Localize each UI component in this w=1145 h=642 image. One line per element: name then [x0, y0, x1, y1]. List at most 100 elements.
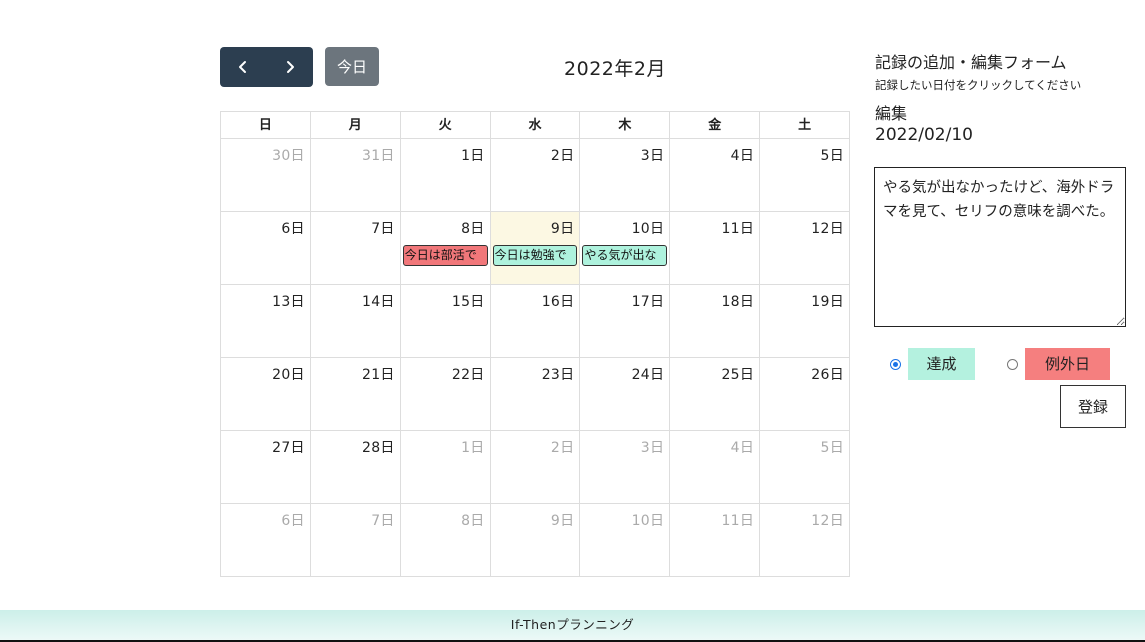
event-entry[interactable]: 今日は勉強で — [492, 245, 578, 266]
day-number: 11日 — [721, 513, 755, 529]
calendar-week: 6日 7日 8日 9日 10日 11日 12日 — [221, 504, 851, 577]
day-cell[interactable]: 10日 — [580, 504, 671, 577]
day-cell[interactable]: 5日 — [760, 139, 851, 212]
submit-button[interactable]: 登録 — [1060, 385, 1126, 428]
day-cell[interactable]: 15日 — [400, 285, 491, 358]
day-number: 23日 — [541, 367, 575, 383]
day-cell[interactable]: 11日 — [670, 212, 761, 285]
day-cell[interactable]: 2日 — [490, 139, 581, 212]
day-number: 3日 — [640, 440, 665, 456]
day-number: 19日 — [811, 294, 845, 310]
day-cell[interactable]: 9日 — [490, 504, 581, 577]
day-number: 25日 — [721, 367, 755, 383]
weekday-header-row: 日月火水木金土 — [221, 112, 851, 139]
event-entry[interactable]: やる気が出な — [582, 245, 668, 266]
weekday-header: 木 — [580, 112, 671, 139]
day-number: 31日 — [362, 148, 395, 164]
day-cell[interactable]: 24日 — [580, 358, 671, 431]
weekday-header: 月 — [310, 112, 401, 139]
chevron-right-icon — [286, 61, 294, 73]
day-cell[interactable]: 10日 やる気が出な — [580, 212, 671, 285]
day-cell[interactable]: 4日 — [670, 431, 761, 504]
today-button[interactable]: 今日 — [325, 47, 379, 86]
day-number: 11日 — [721, 221, 755, 237]
day-cell[interactable]: 1日 — [400, 431, 491, 504]
day-cell[interactable]: 18日 — [670, 285, 761, 358]
day-cell[interactable]: 30日 — [221, 139, 311, 212]
day-cell[interactable]: 7日 — [310, 212, 401, 285]
day-cell[interactable]: 17日 — [580, 285, 671, 358]
memo-textarea[interactable]: やる気が出なかったけど、海外ドラマを見て、セリフの意味を調べた。 — [874, 167, 1126, 327]
day-cell[interactable]: 6日 — [221, 212, 311, 285]
day-cell[interactable]: 5日 — [760, 431, 851, 504]
day-cell[interactable]: 6日 — [221, 504, 311, 577]
day-cell[interactable]: 31日 — [310, 139, 401, 212]
day-number: 6日 — [281, 221, 305, 237]
day-cell[interactable]: 23日 — [490, 358, 581, 431]
day-cell[interactable]: 27日 — [221, 431, 311, 504]
day-number: 24日 — [631, 367, 665, 383]
day-number: 26日 — [811, 367, 845, 383]
calendar-weeks: 30日 31日 1日 2日 3日 4日 5日 6日 7日 8日 今日は部活で 9日 今日は勉強で 10日や… — [221, 139, 851, 577]
achieved-label[interactable]: 達成 — [908, 348, 975, 380]
day-number: 16日 — [541, 294, 575, 310]
weekday-header: 水 — [490, 112, 581, 139]
calendar-grid: 日月火水木金土 30日 31日 1日 2日 3日 4日 5日 6日 7日 8日 今日は部活で 9日 今日… — [220, 111, 851, 577]
calendar-week: 6日 7日 8日 今日は部活で 9日 今日は勉強で 10日 やる気が出な 11日 12日 — [221, 212, 851, 285]
day-cell[interactable]: 4日 — [670, 139, 761, 212]
day-cell[interactable]: 3日 — [580, 431, 671, 504]
day-number: 5日 — [820, 148, 845, 164]
achieved-option[interactable]: 達成 — [890, 348, 975, 380]
day-number: 13日 — [272, 294, 305, 310]
day-cell[interactable]: 28日 — [310, 431, 401, 504]
day-number: 17日 — [631, 294, 665, 310]
day-number: 28日 — [362, 440, 395, 456]
day-number: 4日 — [730, 440, 755, 456]
day-cell[interactable]: 1日 — [400, 139, 491, 212]
day-cell[interactable]: 26日 — [760, 358, 851, 431]
day-number: 9日 — [550, 221, 575, 237]
next-month-button[interactable] — [267, 47, 314, 87]
day-cell[interactable]: 7日 — [310, 504, 401, 577]
day-cell[interactable]: 8日 — [400, 504, 491, 577]
day-cell[interactable]: 22日 — [400, 358, 491, 431]
day-number: 7日 — [371, 513, 395, 529]
exception-radio[interactable] — [1007, 358, 1018, 370]
weekday-header: 火 — [400, 112, 491, 139]
day-number: 10日 — [631, 513, 665, 529]
day-number: 18日 — [721, 294, 755, 310]
calendar-title: 2022年2月 — [564, 58, 666, 80]
day-cell[interactable]: 2日 — [490, 431, 581, 504]
weekday-header: 土 — [760, 112, 851, 139]
calendar-week: 30日 31日 1日 2日 3日 4日 5日 — [221, 139, 851, 212]
month-nav-group — [220, 47, 313, 87]
day-number: 1日 — [461, 148, 485, 164]
day-number: 4日 — [730, 148, 755, 164]
day-cell[interactable]: 19日 — [760, 285, 851, 358]
day-cell[interactable]: 20日 — [221, 358, 311, 431]
day-cell[interactable]: 11日 — [670, 504, 761, 577]
footer: If-Thenプランニング — [0, 610, 1145, 642]
day-cell[interactable]: 21日 — [310, 358, 401, 431]
day-cell-today[interactable]: 9日今日は勉強で — [490, 212, 581, 285]
day-cell[interactable]: 13日 — [221, 285, 311, 358]
day-cell[interactable]: 25日 — [670, 358, 761, 431]
form-mode-label: 編集 — [875, 104, 908, 123]
day-number: 1日 — [461, 440, 485, 456]
exception-option[interactable]: 例外日 — [1007, 348, 1110, 380]
day-cell[interactable]: 12日 — [760, 504, 851, 577]
prev-month-button[interactable] — [220, 47, 267, 87]
day-number: 12日 — [811, 221, 845, 237]
day-cell[interactable]: 16日 — [490, 285, 581, 358]
day-number: 27日 — [272, 440, 305, 456]
achieved-radio[interactable] — [890, 358, 901, 370]
selected-date: 2022/02/10 — [875, 125, 973, 145]
day-cell[interactable]: 3日 — [580, 139, 671, 212]
chevron-left-icon — [239, 61, 247, 73]
exception-label[interactable]: 例外日 — [1025, 348, 1110, 380]
day-cell[interactable]: 8日 今日は部活で — [400, 212, 491, 285]
day-cell[interactable]: 12日 — [760, 212, 851, 285]
day-number: 14日 — [362, 294, 395, 310]
event-entry[interactable]: 今日は部活で — [402, 245, 488, 266]
day-cell[interactable]: 14日 — [310, 285, 401, 358]
